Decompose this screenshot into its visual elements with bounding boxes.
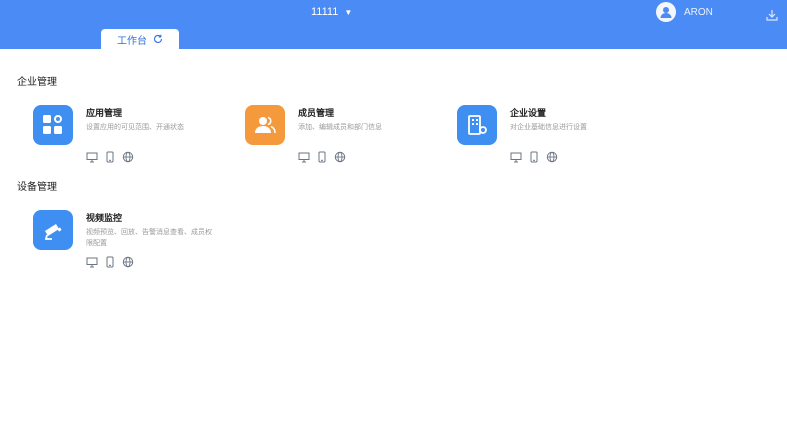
- user-menu[interactable]: ARON: [656, 2, 713, 22]
- section-title-device: 设备管理: [17, 182, 57, 193]
- app-name[interactable]: 视频监控: [86, 211, 122, 224]
- app-card-member-management[interactable]: 成员管理 添加、编辑成员和部门信息: [245, 105, 445, 175]
- download-icon[interactable]: [765, 8, 779, 22]
- chevron-down-icon: ▼: [344, 7, 353, 17]
- app-card-video-monitoring[interactable]: 视频监控 视频预览、回放、告警消息查看、成员权限配置: [33, 210, 233, 280]
- building-icon[interactable]: [457, 105, 497, 145]
- top-bar: 11111 ▼ ARON 工作台: [0, 0, 787, 49]
- web-icon[interactable]: [122, 256, 134, 268]
- app-grid-icon[interactable]: [33, 105, 73, 145]
- mobile-icon[interactable]: [104, 151, 116, 163]
- refresh-icon[interactable]: [153, 34, 163, 44]
- platform-icons: [510, 151, 558, 163]
- app-card-app-management[interactable]: 应用管理 设置应用的可见范围、开通状态: [33, 105, 233, 175]
- platform-icons: [86, 151, 134, 163]
- web-icon[interactable]: [334, 151, 346, 163]
- org-name: 11111: [311, 6, 339, 18]
- avatar[interactable]: [656, 2, 676, 22]
- mobile-icon[interactable]: [316, 151, 328, 163]
- org-switcher[interactable]: 11111 ▼: [311, 6, 352, 18]
- desktop-icon[interactable]: [510, 151, 522, 163]
- mobile-icon[interactable]: [104, 256, 116, 268]
- desktop-icon[interactable]: [86, 151, 98, 163]
- app-card-enterprise-settings[interactable]: 企业设置 对企业基础信息进行设置: [457, 105, 657, 175]
- user-name: ARON: [684, 6, 713, 18]
- section-title-enterprise: 企业管理: [17, 77, 57, 88]
- tab-workbench[interactable]: 工作台: [101, 29, 179, 49]
- tab-label: 工作台: [117, 35, 147, 47]
- desktop-icon[interactable]: [298, 151, 310, 163]
- platform-icons: [86, 256, 134, 268]
- app-desc: 设置应用的可见范围、开通状态: [86, 124, 184, 131]
- app-name[interactable]: 应用管理: [86, 106, 122, 119]
- web-icon[interactable]: [122, 151, 134, 163]
- desktop-icon[interactable]: [86, 256, 98, 268]
- app-desc: 添加、编辑成员和部门信息: [298, 124, 382, 131]
- app-name[interactable]: 企业设置: [510, 106, 546, 119]
- members-icon[interactable]: [245, 105, 285, 145]
- app-name[interactable]: 成员管理: [298, 106, 334, 119]
- camera-icon[interactable]: [33, 210, 73, 250]
- web-icon[interactable]: [546, 151, 558, 163]
- app-desc: 对企业基础信息进行设置: [510, 124, 587, 131]
- mobile-icon[interactable]: [528, 151, 540, 163]
- user-icon: [660, 7, 672, 18]
- platform-icons: [298, 151, 346, 163]
- app-desc: 视频预览、回放、告警消息查看、成员权限配置: [86, 229, 212, 247]
